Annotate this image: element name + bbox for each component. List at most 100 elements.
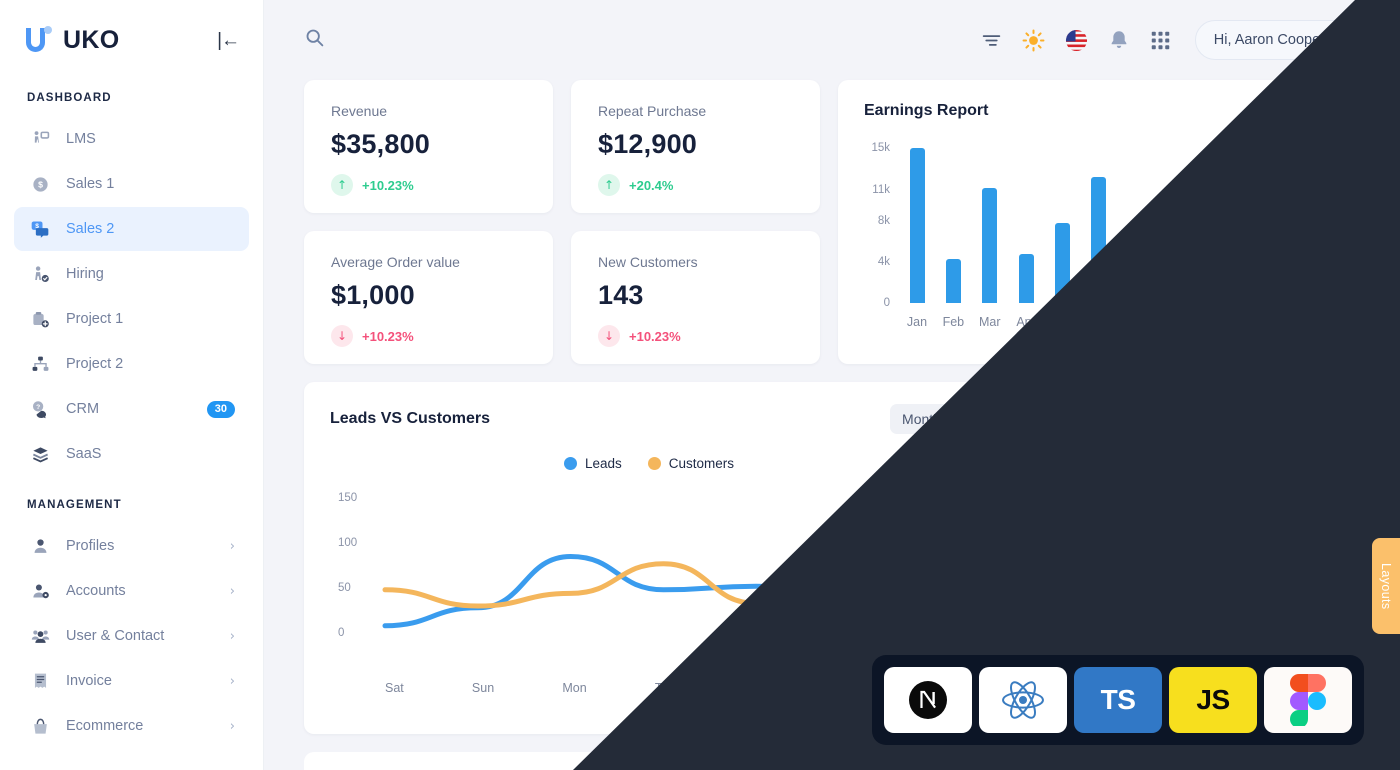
bar-column[interactable]: Jun [1082,138,1116,329]
y-axis-tick: 8k [877,214,890,227]
grid-apps-icon[interactable] [1150,30,1171,51]
user-menu-button[interactable]: Hi, Aaron Cooper [1194,20,1372,60]
bar-column[interactable]: May [1045,138,1079,329]
bar-column[interactable]: Sep [1191,138,1225,329]
bar-column[interactable]: Aug [1155,138,1189,329]
figma-logo[interactable] [1264,667,1352,733]
x-axis-label: Sun [471,681,495,695]
bar-column[interactable]: Oct [1227,138,1261,329]
bar-label: Oct [1234,315,1254,329]
crm-badge: 30 [206,400,235,418]
sidebar-item-ecommerce[interactable]: Ecommerce › [14,704,249,748]
stat-delta: ↑ +10.23% [331,174,553,196]
crm-chat-icon: ? [28,398,52,420]
legend-item[interactable]: Leads [563,456,622,471]
flag-us-icon[interactable] [1065,29,1088,52]
leads-legend: Leads Customers [330,456,968,471]
earnings-period-select[interactable]: Month [1270,103,1334,119]
sidebar-item-sales-1[interactable]: $ Sales 1 [14,162,249,206]
project-status-title: Project Status [1133,404,1239,421]
bar-label: Aug [1160,315,1183,329]
bar-column[interactable]: Dec [1300,138,1334,329]
stat-card-average-order-value[interactable]: Average Order value $1,000 ↓ +10.23% [304,231,553,364]
sitemap-icon [28,353,52,375]
bar [982,187,998,303]
stat-card-repeat-purchase[interactable]: Repeat Purchase $12,900 ↑ +20.4% [571,80,820,213]
sidebar-item-hiring[interactable]: Hiring [14,252,249,296]
bar-label: Sep [1196,315,1219,329]
chevron-down-icon: ▾ [949,412,956,426]
earnings-bars: Jan Feb Mar Apr May Jun Jul Aug Sep Oct Nov Dec [894,138,1334,329]
sidebar-item-sales-2[interactable]: $ Sales 2 [14,207,249,251]
topbar-actions: Hi, Aaron Cooper [981,20,1372,60]
sidebar-item-crm[interactable]: ? CRM 30 [14,387,249,431]
chevron-right-icon: › [229,718,235,734]
sidebar-item-project-1[interactable]: Project 1 [14,297,249,341]
sidebar-item-project-2[interactable]: Project 2 [14,342,249,386]
bar-column[interactable]: Nov [1264,138,1298,329]
sidebar-collapse-icon[interactable]: |← [217,31,240,50]
leads-period-select[interactable]: Month ▾ [890,404,968,434]
sidebar-item-accounts[interactable]: Accounts › [14,569,249,613]
typescript-logo[interactable]: TS [1074,667,1162,733]
sidebar-item-label: Project 2 [66,356,124,372]
svg-text:?: ? [36,404,40,411]
sidebar-item-label: Hiring [66,266,104,282]
leads-title: Leads VS Customers [330,410,491,427]
hiring-person-icon [28,263,52,285]
sidebar-item-profiles[interactable]: Profiles › [14,524,249,568]
filter-lines-icon[interactable] [981,30,1002,51]
sidebar-item-label: LMS [66,131,96,147]
earnings-y-axis: 15k 11k 8k 4k 0 [864,138,894,309]
sidebar-item-invoice[interactable]: Invoice › [14,659,249,703]
y-axis-tick: 0 [338,627,345,639]
layouts-tab-label: Layouts [1379,562,1393,610]
dollar-coin-icon: $ [28,173,52,195]
sun-icon[interactable] [1022,29,1045,52]
sidebar-section-management: MANAGEMENT [27,499,122,511]
sidebar-item-lms[interactable]: LMS [14,117,249,161]
react-logo[interactable] [979,667,1067,733]
bar-column[interactable]: Jul [1118,138,1152,329]
avatar [1335,24,1367,56]
bar-label: Jun [1088,315,1109,329]
stat-card-revenue[interactable]: Revenue $35,800 ↑ +10.23% [304,80,553,213]
earnings-bar-chart: 15k 11k 8k 4k 0 Jan Feb Mar Apr May Jun Jul Aug Sep O… [864,138,1334,343]
line-series [382,553,945,629]
bar-column[interactable]: Jan [900,138,934,329]
nextjs-logo[interactable] [884,667,972,733]
bar-column[interactable]: Feb [936,138,970,329]
bar [1018,253,1034,303]
sidebar: UKO |← DASHBOARD LMS $ Sales 1 $ Sales 2 [0,0,264,770]
line-series [382,522,945,609]
online-status-dot [1358,46,1367,56]
bar [1309,148,1325,303]
y-axis-tick: 11k [872,183,890,196]
bar-column[interactable]: Mar [973,138,1007,329]
sidebar-item-user-contact[interactable]: User & Contact › [14,614,249,658]
javascript-logo[interactable]: JS [1169,667,1257,733]
earnings-period-value: Month [1269,103,1310,119]
sidebar-item-saas[interactable]: SaaS [14,432,249,476]
layouts-tab-button[interactable]: Layouts [1372,538,1400,634]
sales-chat-icon: $ [28,218,52,240]
person-gear-icon [28,580,52,602]
leads-period-value: Month [902,411,941,427]
bell-icon[interactable] [1108,29,1130,51]
legend-label: Customers [668,456,735,471]
y-axis-tick: 0 [883,297,890,309]
stat-delta: ↓ +10.23% [331,325,553,347]
stat-card-new-customers[interactable]: New Customers 143 ↓ +10.23% [571,231,820,364]
bar [1164,187,1180,303]
sidebar-item-label: Invoice [66,673,112,689]
stat-value: $1,000 [331,280,415,310]
x-axis-label: Sat [385,681,404,695]
bar [945,258,961,303]
search-icon[interactable] [304,27,325,53]
bar-column[interactable]: Apr [1009,138,1043,329]
earnings-header: Earnings Report Month [864,102,1334,120]
sidebar-item-label: Profiles [66,538,115,554]
legend-item[interactable]: Customers [647,456,735,471]
legend-color-dot [563,457,577,470]
sidebar-item-label: Ecommerce [66,718,144,734]
